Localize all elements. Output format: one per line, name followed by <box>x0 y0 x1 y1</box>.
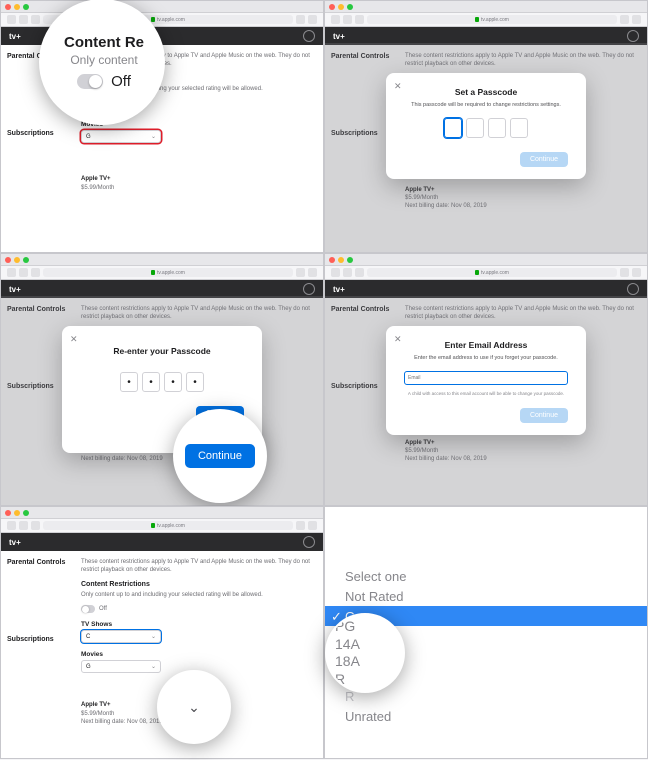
email-field[interactable] <box>404 371 568 385</box>
restrictions-toggle[interactable] <box>81 605 95 613</box>
modal-title: Enter Email Address <box>404 340 568 350</box>
passcode-digit-1[interactable]: • <box>120 372 138 392</box>
movies-value: G <box>86 664 91 670</box>
back-button[interactable] <box>7 15 16 24</box>
zoom-off-label: Off <box>111 73 131 90</box>
modal-title: Set a Passcode <box>404 87 568 97</box>
passcode-inputs <box>404 118 568 138</box>
window-zoom-icon[interactable] <box>23 4 29 10</box>
modal-subtitle: Enter the email address to use if you fo… <box>404 355 568 361</box>
zoom-title: Content Re <box>64 34 144 51</box>
passcode-digit-2[interactable] <box>466 118 484 138</box>
rating-option-not-rated[interactable]: Not Rated <box>325 586 647 606</box>
chevron-down-icon: ⌄ <box>151 133 156 140</box>
email-modal: ✕ Enter Email Address Enter the email ad… <box>386 326 586 435</box>
modal-subtitle: This passcode will be required to change… <box>404 102 568 108</box>
profile-icon[interactable] <box>303 30 315 42</box>
forward-button[interactable] <box>19 15 28 24</box>
tv-shows-dropdown[interactable]: C⌄ <box>81 630 161 643</box>
profile-icon[interactable] <box>627 283 639 295</box>
passcode-digit-4[interactable] <box>510 118 528 138</box>
modal-overlay: ✕ Set a Passcode This passcode will be r… <box>325 43 647 252</box>
share-button[interactable] <box>296 15 305 24</box>
rating-option-select-one[interactable]: Select one <box>325 566 647 586</box>
movies-dropdown[interactable]: G⌄ <box>81 130 161 143</box>
chevron-down-icon[interactable]: ⌄ <box>188 699 200 716</box>
zoom-rating-14a: 14A <box>335 636 360 654</box>
screenshot-1: tv.apple.com tv+ Parental Controls Subsc… <box>0 0 324 253</box>
zoom-continue-button[interactable]: Continue <box>185 444 255 468</box>
rating-option-unrated[interactable]: Unrated <box>325 706 647 726</box>
subscription-info: Apple TV+ $5.99/Month <box>81 175 315 192</box>
screenshot-5: tv.apple.com tv+ Parental ControlsSubscr… <box>0 506 324 759</box>
url-text: tv.apple.com <box>157 17 185 23</box>
subscription-price: $5.99/Month <box>81 184 315 192</box>
continue-button[interactable]: Continue <box>520 408 568 423</box>
chevron-down-icon: ⌄ <box>151 663 156 670</box>
profile-icon[interactable] <box>303 283 315 295</box>
close-icon[interactable]: ✕ <box>70 334 78 345</box>
passcode-digit-3[interactable] <box>488 118 506 138</box>
movies-value: G <box>86 134 91 140</box>
set-passcode-modal: ✕ Set a Passcode This passcode will be r… <box>386 73 586 179</box>
email-note: A child with access to this email accoun… <box>404 391 568 396</box>
screenshot-4: tv.apple.com tv+ Parental ControlsSubscr… <box>324 253 648 506</box>
screenshot-3: tv.apple.com tv+ Parental ControlsSubscr… <box>0 253 324 506</box>
sidebar-item-subscriptions[interactable]: Subscriptions <box>7 130 67 137</box>
passcode-digit-4[interactable]: • <box>186 372 204 392</box>
tabs-button[interactable] <box>308 15 317 24</box>
lock-icon <box>151 17 155 22</box>
screenshot-6: Select one Not Rated G PG 14A 18A R Unra… <box>324 506 648 759</box>
passcode-digit-1[interactable] <box>444 118 462 138</box>
zoom-rating-18a: 18A <box>335 653 360 671</box>
movies-label: Movies <box>81 651 315 658</box>
window-close-icon[interactable] <box>5 4 11 10</box>
screenshot-2: tv.apple.com tv+ Parental ControlsSubscr… <box>324 0 648 253</box>
browser-toolbar: tv.apple.com <box>1 13 323 27</box>
zoom-callout-dropdown: ⌄ <box>157 670 231 744</box>
sidebar-toggle[interactable] <box>31 15 40 24</box>
window-minimize-icon[interactable] <box>14 4 20 10</box>
passcode-digit-2[interactable]: • <box>142 372 160 392</box>
movies-dropdown[interactable]: G⌄ <box>81 660 161 673</box>
zoom-callout-toggle: Content Re Only content Off <box>39 0 165 125</box>
continue-button[interactable]: Continue <box>520 152 568 167</box>
modal-title: Re-enter your Passcode <box>80 346 244 356</box>
app-brand: tv+ <box>9 32 21 41</box>
window-titlebar <box>1 1 323 13</box>
subscription-name: Apple TV+ <box>81 175 315 183</box>
zoom-callout-continue: Continue <box>173 409 267 503</box>
zoom-callout-ratings: PG 14A 18A R <box>325 613 405 693</box>
profile-icon[interactable] <box>627 30 639 42</box>
zoom-toggle[interactable] <box>77 74 103 89</box>
tv-shows-value: C <box>86 634 90 640</box>
close-icon[interactable]: ✕ <box>394 334 402 345</box>
tv-shows-label: TV Shows <box>81 621 315 628</box>
chevron-down-icon: ⌄ <box>151 633 156 640</box>
profile-icon[interactable] <box>303 536 315 548</box>
zoom-subtitle: Only content <box>70 53 137 67</box>
close-icon[interactable]: ✕ <box>394 81 402 92</box>
passcode-digit-3[interactable]: • <box>164 372 182 392</box>
